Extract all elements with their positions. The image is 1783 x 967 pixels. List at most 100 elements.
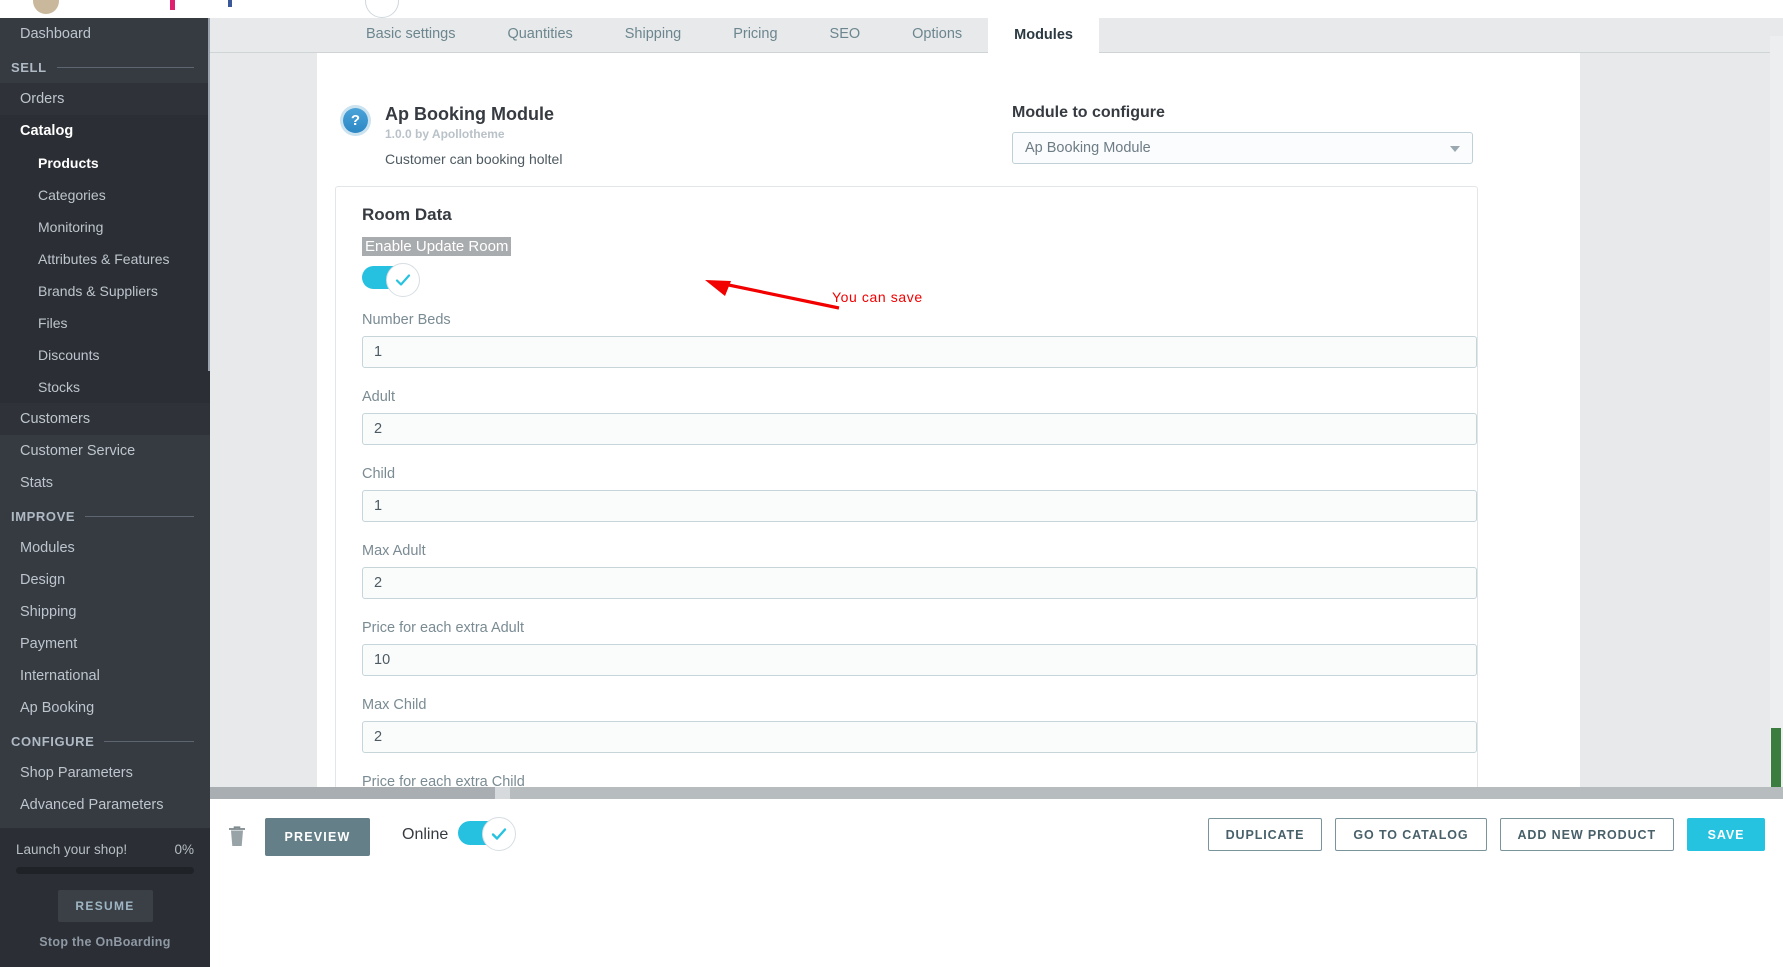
modules-panel: ? Ap Booking Module 1.0.0 by Apollotheme… — [317, 53, 1580, 805]
stop-onboarding-link[interactable]: Stop the OnBoarding — [16, 935, 194, 949]
room-data-fields: Number Beds 1 Adult 2 Child 1 Max Adult … — [362, 312, 1477, 805]
field-max-adult: Max Adult 2 — [362, 543, 1477, 599]
sidebar-item-design[interactable]: Design — [0, 564, 210, 596]
tab-options[interactable]: Options — [886, 18, 988, 53]
toggle-knob — [482, 817, 516, 851]
sidebar-item-orders[interactable]: Orders — [0, 83, 210, 115]
product-tabbar: Basic settings Quantities Shipping Prici… — [210, 18, 1783, 66]
avatar — [33, 0, 59, 14]
product-footer-toolbar: PREVIEW Online DUPLICATE GO TO CATALOG A… — [210, 799, 1783, 967]
sidebar-item-payment[interactable]: Payment — [0, 628, 210, 660]
sidebar-item-attributes-features[interactable]: Attributes & Features — [0, 243, 210, 275]
divider — [85, 516, 194, 517]
field-label: Adult — [362, 389, 396, 405]
sidebar-section-configure-label: CONFIGURE — [11, 734, 95, 749]
sidebar-item-shop-parameters[interactable]: Shop Parameters — [0, 757, 210, 789]
horizontal-scrollbar-thumb[interactable] — [210, 787, 495, 799]
tab-basic-settings[interactable]: Basic settings — [340, 18, 481, 53]
tab-shipping[interactable]: Shipping — [599, 18, 707, 53]
spinner-circle-icon — [365, 0, 399, 18]
enable-update-room-label: Enable Update Room — [362, 237, 512, 256]
question-mark-icon[interactable]: ? — [343, 108, 368, 133]
price-extra-adult-input[interactable]: 10 — [362, 644, 1477, 676]
field-number-beds: Number Beds 1 — [362, 312, 1477, 368]
add-new-product-button[interactable]: ADD NEW PRODUCT — [1499, 818, 1674, 851]
onboarding-progress-bar — [16, 867, 194, 874]
max-child-input[interactable]: 2 — [362, 721, 1477, 753]
go-to-catalog-button[interactable]: GO TO CATALOG — [1335, 818, 1487, 851]
sidebar-item-dashboard[interactable]: Dashboard — [0, 18, 210, 50]
sidebar-item-modules[interactable]: Modules — [0, 532, 210, 564]
resume-button[interactable]: RESUME — [57, 890, 153, 922]
sidebar-item-files[interactable]: Files — [0, 307, 210, 339]
field-label: Max Adult — [362, 543, 426, 559]
sidebar-item-ap-booking[interactable]: Ap Booking — [0, 692, 210, 724]
page-scrollbar-track[interactable] — [1770, 36, 1783, 811]
field-adult: Adult 2 — [362, 389, 1477, 445]
horizontal-scrollbar[interactable] — [210, 787, 1783, 799]
sidebar-item-categories[interactable]: Categories — [0, 179, 210, 211]
sidebar-item-customers[interactable]: Customers — [0, 403, 210, 435]
room-data-panel: Room Data Enable Update Room Number Beds… — [335, 186, 1478, 805]
onboarding-percent: 0% — [174, 842, 194, 857]
footer-spacer — [210, 874, 1783, 967]
divider — [104, 741, 194, 742]
trash-icon[interactable] — [227, 825, 247, 848]
module-version: 1.0.0 by Apollotheme — [385, 127, 505, 141]
field-label: Max Child — [362, 697, 427, 713]
check-icon — [491, 828, 507, 840]
sidebar-item-products[interactable]: Products — [0, 147, 210, 179]
tab-quantities[interactable]: Quantities — [481, 18, 598, 53]
horizontal-scrollbar-track[interactable] — [510, 787, 1783, 799]
max-adult-input[interactable]: 2 — [362, 567, 1477, 599]
field-max-child: Max Child 2 — [362, 697, 1477, 753]
online-label: Online — [402, 826, 449, 843]
sidebar-section-configure: CONFIGURE — [0, 724, 210, 757]
sidebar-item-monitoring[interactable]: Monitoring — [0, 211, 210, 243]
module-to-configure-label: Module to configure — [1012, 104, 1165, 121]
blue-marker-icon — [228, 0, 232, 7]
sidebar-item-catalog[interactable]: Catalog — [0, 115, 210, 147]
child-input[interactable]: 1 — [362, 490, 1477, 522]
tab-pricing[interactable]: Pricing — [707, 18, 803, 53]
sidebar-scroll: Dashboard SELL Orders Catalog Products C… — [0, 18, 210, 845]
tab-seo[interactable]: SEO — [804, 18, 887, 53]
onboarding-progress-row: Launch your shop! 0% — [16, 842, 194, 857]
sidebar-item-shipping[interactable]: Shipping — [0, 596, 210, 628]
check-icon — [395, 274, 411, 286]
sidebar-item-discounts[interactable]: Discounts — [0, 339, 210, 371]
sidebar-item-customer-service[interactable]: Customer Service — [0, 435, 210, 467]
field-price-extra-adult: Price for each extra Adult 10 — [362, 620, 1477, 676]
top-strip — [0, 0, 1783, 18]
sidebar-section-improve: IMPROVE — [0, 499, 210, 532]
sidebar-item-advanced-parameters[interactable]: Advanced Parameters — [0, 789, 210, 821]
preview-button[interactable]: PREVIEW — [265, 818, 370, 856]
duplicate-button[interactable]: DUPLICATE — [1207, 818, 1323, 851]
chevron-down-icon — [1450, 146, 1460, 152]
field-label: Child — [362, 466, 396, 482]
field-label: Number Beds — [362, 312, 451, 328]
panel-title: Room Data — [362, 205, 452, 224]
sidebar: Dashboard SELL Orders Catalog Products C… — [0, 18, 210, 967]
adult-input[interactable]: 2 — [362, 413, 1477, 445]
sidebar-item-stats[interactable]: Stats — [0, 467, 210, 499]
save-button[interactable]: SAVE — [1687, 818, 1765, 851]
online-toggle[interactable] — [458, 817, 516, 851]
module-to-configure-select[interactable]: Ap Booking Module — [1012, 132, 1473, 164]
module-to-configure-value: Ap Booking Module — [1025, 140, 1151, 156]
sidebar-item-stocks[interactable]: Stocks — [0, 371, 210, 403]
footer-actions: DUPLICATE GO TO CATALOG ADD NEW PRODUCT … — [1207, 818, 1765, 851]
footer-inner: PREVIEW Online DUPLICATE GO TO CATALOG A… — [210, 799, 1783, 874]
sidebar-item-brands-suppliers[interactable]: Brands & Suppliers — [0, 275, 210, 307]
sidebar-section-sell: SELL — [0, 50, 210, 83]
sidebar-item-international[interactable]: International — [0, 660, 210, 692]
sidebar-section-improve-label: IMPROVE — [11, 509, 76, 524]
enable-update-room-toggle[interactable] — [362, 263, 420, 297]
number-beds-input[interactable]: 1 — [362, 336, 1477, 368]
product-tabs: Basic settings Quantities Shipping Prici… — [340, 18, 1099, 66]
sidebar-section-sell-label: SELL — [11, 60, 47, 75]
launch-shop-label: Launch your shop! — [16, 842, 128, 857]
module-title: Ap Booking Module — [385, 104, 554, 124]
app-root: Dashboard SELL Orders Catalog Products C… — [0, 0, 1783, 967]
module-description: Customer can booking holtel — [385, 151, 563, 167]
